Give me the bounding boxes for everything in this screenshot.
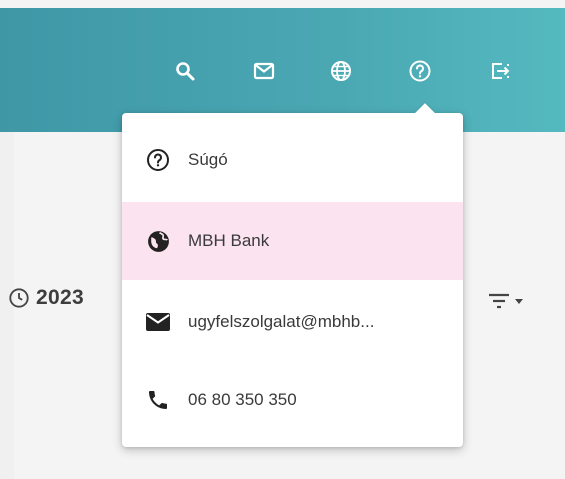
menu-item-mbh-bank[interactable]: MBH Bank <box>122 202 463 280</box>
logout-icon[interactable] <box>485 56 515 86</box>
help-icon[interactable] <box>405 56 435 86</box>
menu-item-label: ugyfelszolgalat@mbhb... <box>188 312 375 331</box>
globe-icon[interactable] <box>326 56 356 86</box>
mail-icon <box>145 309 171 335</box>
clock-icon <box>8 287 30 309</box>
menu-item-email[interactable]: ugyfelszolgalat@mbhb... <box>122 283 463 361</box>
date-filter[interactable]: 2023 <box>8 286 84 310</box>
date-text: 2023 <box>36 286 84 309</box>
menu-item-help[interactable]: Súgó <box>122 121 463 199</box>
phone-icon <box>145 387 171 413</box>
top-strip <box>0 0 565 8</box>
menu-item-label: Súgó <box>188 150 228 169</box>
menu-item-label: MBH Bank <box>188 231 270 250</box>
filter-icon <box>487 292 511 310</box>
menu-item-label: 06 80 350 350 <box>188 390 297 409</box>
filter-button[interactable] <box>487 292 525 310</box>
menu-item-phone[interactable]: 06 80 350 350 <box>122 361 463 439</box>
search-icon[interactable] <box>170 56 200 86</box>
chevron-down-icon <box>513 296 525 306</box>
mail-icon[interactable] <box>249 56 279 86</box>
globe-icon <box>145 228 171 254</box>
help-icon <box>145 147 171 173</box>
help-dropdown-menu: Súgó MBH Bank ugyfelszolgalat@mbhb... 06… <box>122 103 463 447</box>
